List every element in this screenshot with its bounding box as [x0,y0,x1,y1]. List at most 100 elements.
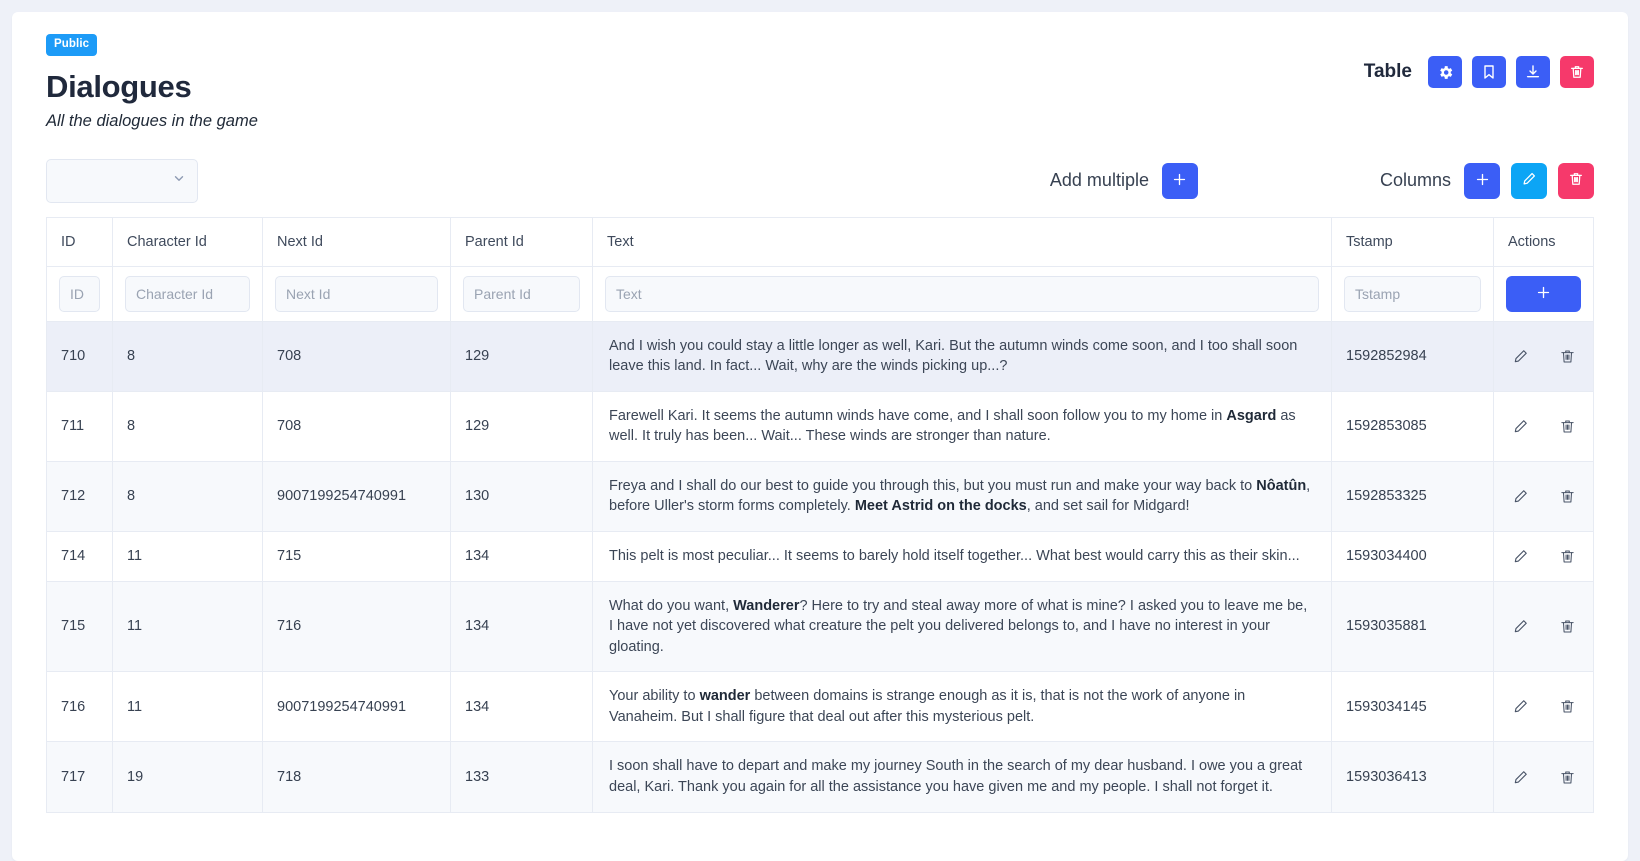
download-icon [1525,64,1541,80]
row-edit-button[interactable] [1512,488,1529,505]
delete-table-button[interactable] [1560,56,1594,88]
row-delete-button[interactable] [1559,698,1576,715]
row-edit-button[interactable] [1512,418,1529,435]
table-body: 710 8 708 129 And I wish you could stay a li… [46,321,1594,813]
column-header-character[interactable]: Character Id [112,216,263,267]
cell-text: And I wish you could stay a little longe… [592,321,1332,392]
column-header-parent[interactable]: Parent Id [450,216,593,267]
row-delete-button[interactable] [1559,548,1576,565]
filter-row [46,266,1594,322]
page-header: Public Dialogues All the dialogues in th… [12,12,1628,141]
filter-input-id[interactable] [59,275,100,312]
add-column-button[interactable] [1464,162,1500,199]
pencil-icon [1512,700,1529,718]
header-row: ID Character Id Next Id Parent Id Text T… [46,216,1594,267]
pencil-icon [1512,419,1529,438]
filter-input-parent[interactable] [463,275,580,312]
cell-actions [1493,531,1594,582]
add-row-button[interactable] [1506,275,1581,312]
trash-icon [1559,770,1576,789]
cell-text: Your ability to wander between domains i… [592,671,1332,743]
row-delete-button[interactable] [1559,348,1576,365]
trash-icon [1559,420,1576,438]
cell-id: 714 [46,531,113,582]
cell-actions [1493,741,1594,813]
row-delete-button[interactable] [1559,769,1576,786]
column-header-next[interactable]: Next Id [262,216,451,267]
table-row[interactable]: 715 11 716 134 What do you want, Wanderer? H… [46,581,1594,673]
table-row[interactable]: 712 8 9007199254740991 130 Freya and I shall… [46,461,1594,532]
trash-icon [1559,490,1576,508]
cell-id: 715 [46,581,113,673]
trash-icon [1569,64,1585,80]
add-multiple-group: Add multiple [1050,162,1198,199]
cell-parent-id: 130 [450,461,593,532]
delete-column-button[interactable] [1558,162,1594,199]
table-row[interactable]: 716 11 9007199254740991 134 Your ability to … [46,671,1594,743]
table-row[interactable]: 714 11 715 134 This pelt is most peculiar...… [46,531,1594,582]
columns-group: Columns [1379,162,1594,199]
row-edit-button[interactable] [1512,769,1529,786]
cell-character-id: 8 [112,321,263,392]
pencil-icon [1512,549,1529,568]
row-delete-button[interactable] [1559,418,1576,435]
cell-next-id: 715 [262,531,451,582]
cell-character-id: 11 [112,581,263,673]
app-root: Public Dialogues All the dialogues in th… [0,0,1640,861]
cell-actions [1493,581,1594,673]
plus-icon [1535,284,1552,304]
cell-character-id: 11 [112,671,263,743]
dialogues-table: ID Character Id Next Id Parent Id Text T… [46,216,1594,813]
filter-cell-tstamp [1331,266,1494,322]
filter-input-character[interactable] [125,275,250,312]
cell-next-id: 9007199254740991 [262,671,451,743]
column-header-text[interactable]: Text [592,216,1332,267]
row-edit-button[interactable] [1512,698,1529,715]
table-row[interactable]: 710 8 708 129 And I wish you could stay a li… [46,321,1594,392]
view-mode-label: Table [1363,61,1412,82]
plus-icon [1474,171,1491,191]
row-delete-button[interactable] [1559,488,1576,505]
column-header-id[interactable]: ID [46,216,113,267]
cell-parent-id: 129 [450,321,593,392]
cell-actions [1493,461,1594,532]
cell-parent-id: 134 [450,581,593,673]
filter-input-tstamp[interactable] [1344,275,1481,312]
cell-tstamp: 1592853085 [1331,391,1494,462]
table-row[interactable]: 717 19 718 133 I soon shall have to depart a… [46,741,1594,813]
cell-character-id: 19 [112,741,263,813]
visibility-badge: Public [46,34,98,56]
columns-label: Columns [1379,170,1451,190]
column-header-tstamp[interactable]: Tstamp [1331,216,1494,267]
cell-next-id: 708 [262,321,451,392]
view-select[interactable] [46,158,198,203]
bookmark-button[interactable] [1472,56,1506,88]
filter-cell-text [592,266,1332,322]
filter-input-text[interactable] [605,275,1319,312]
download-button[interactable] [1516,56,1550,88]
pencil-icon [1521,171,1537,190]
page-title: Dialogues [46,68,192,104]
row-delete-button[interactable] [1559,618,1576,635]
table-row[interactable]: 711 8 708 129 Farewell Kari. It seems the au… [46,391,1594,462]
cell-parent-id: 134 [450,671,593,743]
cell-character-id: 8 [112,461,263,532]
filter-input-next[interactable] [275,275,438,312]
settings-button[interactable] [1428,56,1462,88]
view-select-wrapper [46,158,198,203]
cell-text: What do you want, Wanderer? Here to try … [592,581,1332,673]
trash-icon [1568,171,1584,190]
add-multiple-button[interactable] [1161,162,1198,199]
cell-actions [1493,671,1594,743]
row-edit-button[interactable] [1512,548,1529,565]
row-edit-button[interactable] [1512,348,1529,365]
bookmark-icon [1481,64,1497,80]
cell-id: 712 [46,461,113,532]
row-edit-button[interactable] [1512,618,1529,635]
cell-id: 716 [46,671,113,743]
cell-parent-id: 129 [450,391,593,462]
filter-cell-next [262,266,451,322]
cell-next-id: 708 [262,391,451,462]
trash-icon [1559,350,1576,368]
edit-column-button[interactable] [1511,162,1547,199]
